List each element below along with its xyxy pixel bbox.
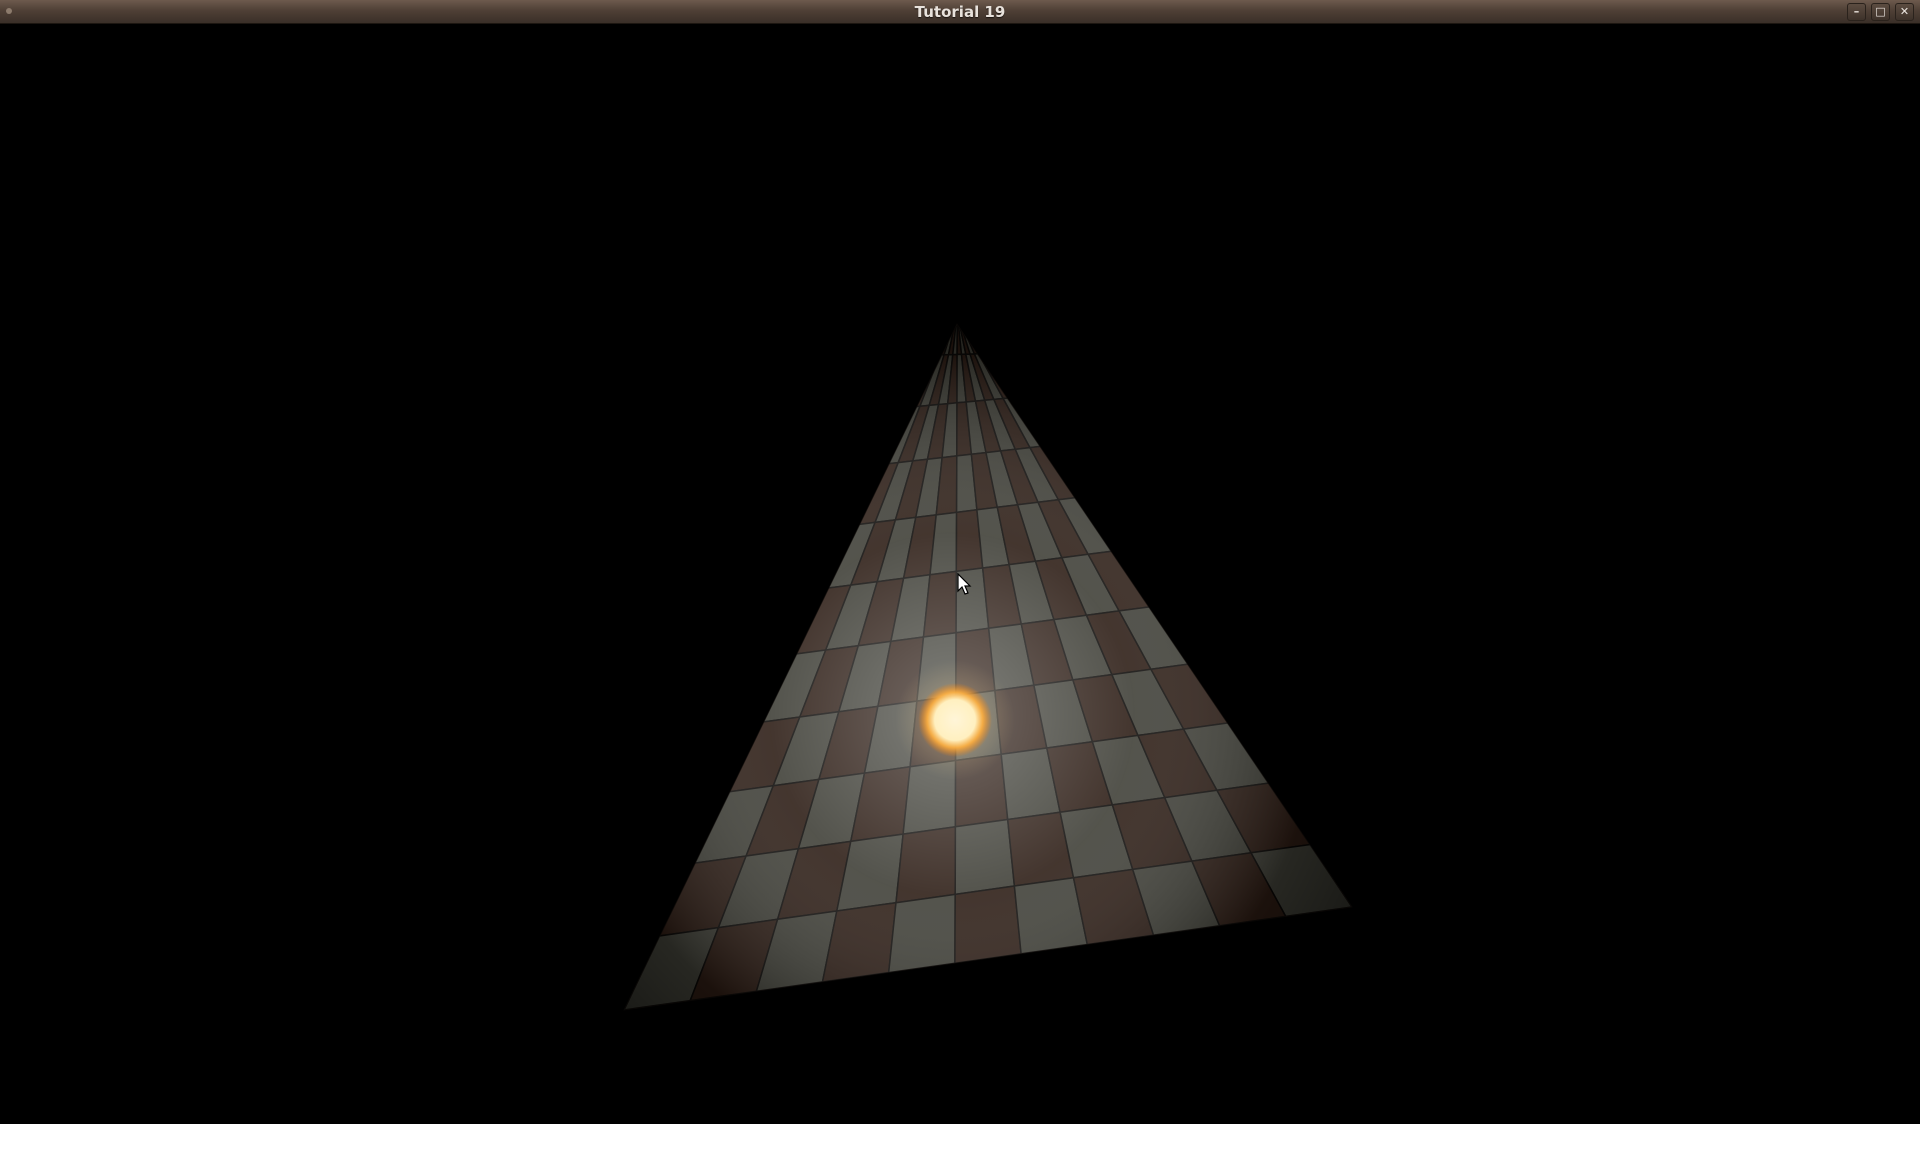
checkerboard-floor: [624, 324, 1352, 1010]
application-window: Tutorial 19 – □ ✕: [0, 0, 1920, 1124]
render-viewport[interactable]: [0, 24, 1920, 1124]
minimize-button[interactable]: –: [1847, 3, 1866, 21]
point-light: [895, 660, 1015, 780]
close-button[interactable]: ✕: [1895, 3, 1914, 21]
window-controls: – □ ✕: [1847, 3, 1914, 21]
window-title: Tutorial 19: [914, 3, 1006, 21]
scene-canvas: [623, 323, 1353, 1011]
maximize-button[interactable]: □: [1871, 3, 1890, 21]
title-bar[interactable]: Tutorial 19 – □ ✕: [0, 0, 1920, 24]
